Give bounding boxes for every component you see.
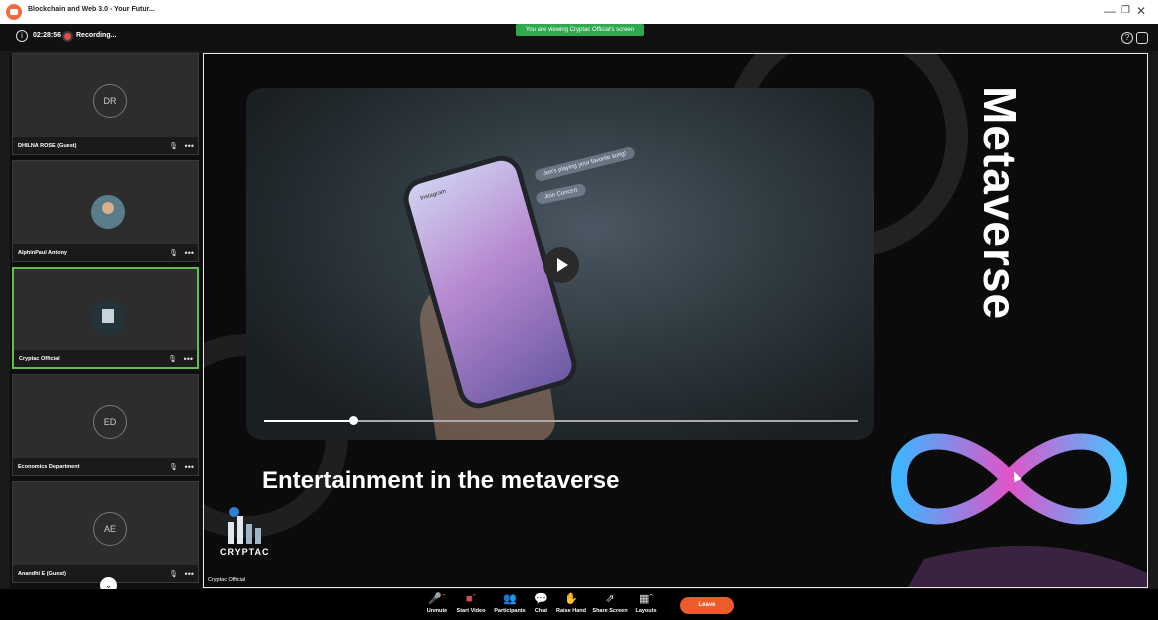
participant-initials: AE bbox=[93, 512, 127, 546]
chat-icon: 💬 bbox=[534, 593, 548, 605]
participant-tile[interactable]: Cryptac Official 🎙 ••• bbox=[12, 267, 199, 369]
hand-icon: ✋ bbox=[564, 593, 578, 605]
song-bubble: Jon's playing your favorite song! bbox=[534, 145, 636, 183]
fullscreen-icon[interactable] bbox=[1136, 32, 1148, 44]
layouts-label: Layouts bbox=[635, 608, 657, 614]
start-video-label: Start Video bbox=[456, 608, 486, 614]
play-button[interactable] bbox=[543, 247, 579, 283]
participant-gallery: DR DHILNA ROSE (Guest) 🎙 ••• AlphinPaul … bbox=[10, 53, 202, 588]
participant-name: DHILNA ROSE (Guest) bbox=[18, 143, 77, 149]
share-screen-button[interactable]: ⇗ Share Screen bbox=[591, 592, 629, 614]
minimize-icon[interactable]: — bbox=[1104, 4, 1116, 18]
mic-icon: 🎙 bbox=[168, 356, 177, 363]
more-options-icon[interactable]: ••• bbox=[185, 142, 194, 151]
viewing-banner: You are viewing Cryptac Official's scree… bbox=[516, 24, 644, 36]
share-screen-label: Share Screen bbox=[592, 608, 628, 614]
chat-label: Chat bbox=[534, 608, 548, 614]
video-progress-fill bbox=[264, 420, 354, 422]
slide-heading: Entertainment in the metaverse bbox=[262, 467, 620, 494]
cryptac-logo-icon bbox=[90, 300, 126, 336]
tile-footer: Economics Department 🎙 ••• bbox=[13, 458, 198, 475]
meeting-timer: 02:28:56 bbox=[33, 32, 62, 39]
participant-name: Anandhi E (Guest) bbox=[18, 571, 66, 577]
participant-initials: ED bbox=[93, 405, 127, 439]
participant-initials: DR bbox=[93, 84, 127, 118]
vertical-title-text: Metaverse bbox=[974, 86, 1026, 321]
more-options-icon[interactable]: ••• bbox=[184, 355, 193, 364]
video-progress-bar[interactable] bbox=[264, 416, 858, 425]
participants-button[interactable]: 👥 Participants bbox=[492, 592, 528, 614]
layout-icon: ▦ˆ bbox=[638, 593, 654, 605]
share-screen-icon: ⇗ bbox=[605, 593, 615, 605]
help-icon[interactable]: ? bbox=[1121, 32, 1133, 44]
avatar bbox=[91, 195, 125, 229]
more-options-icon[interactable]: ••• bbox=[185, 249, 194, 258]
phone-app-label: Instagram bbox=[419, 188, 447, 202]
participant-name: Economics Department bbox=[18, 464, 80, 470]
shared-screen: Instagram Jon's playing your favorite so… bbox=[203, 53, 1148, 588]
participant-tile[interactable]: DR DHILNA ROSE (Guest) 🎙 ••• bbox=[12, 53, 199, 155]
slide-video[interactable]: Instagram Jon's playing your favorite so… bbox=[246, 88, 874, 440]
mic-muted-icon: 🎙 bbox=[169, 571, 178, 578]
recording-label: Recording... bbox=[76, 32, 117, 39]
raise-hand-label: Raise Hand bbox=[556, 608, 586, 614]
brand-name: CRYPTAC bbox=[220, 547, 270, 557]
info-icon[interactable]: i bbox=[16, 30, 28, 42]
meeting-topbar: i 02:28:56 Recording... You are viewing … bbox=[0, 24, 1158, 51]
video-progress-knob[interactable] bbox=[349, 416, 359, 425]
mic-muted-icon: 🎤ˆ bbox=[428, 593, 446, 605]
window-title: Blockchain and Web 3.0 - Your Futur... bbox=[28, 6, 155, 13]
tile-footer: Cryptac Official 🎙 ••• bbox=[14, 350, 197, 367]
participant-name: Cryptac Official bbox=[19, 356, 60, 362]
close-icon[interactable]: ✕ bbox=[1136, 4, 1146, 18]
unmute-label: Unmute bbox=[426, 608, 448, 614]
tile-footer: AlphinPaul Antony 🎙 ••• bbox=[13, 244, 198, 261]
participant-tile[interactable]: ED Economics Department 🎙 ••• bbox=[12, 374, 199, 476]
chat-button[interactable]: 💬 Chat bbox=[532, 592, 550, 614]
mic-muted-icon: 🎙 bbox=[169, 464, 178, 471]
join-bubble: Join Concert bbox=[535, 182, 587, 206]
participants-label: Participants bbox=[494, 608, 526, 614]
participant-tile[interactable]: AE Anandhi E (Guest) 🎙 ••• bbox=[12, 481, 199, 583]
layouts-button[interactable]: ▦ˆ Layouts bbox=[633, 592, 659, 614]
start-video-button[interactable]: ■ˆ Start Video bbox=[454, 592, 488, 614]
mic-muted-icon: 🎙 bbox=[169, 143, 178, 150]
mic-muted-icon: 🎙 bbox=[169, 250, 178, 257]
tile-footer: DHILNA ROSE (Guest) 🎙 ••• bbox=[13, 137, 198, 154]
meeting-toolbar: 🎤ˆ Unmute ■ˆ Start Video 👥 Participants … bbox=[0, 589, 1158, 620]
vertical-title: Metaverse bbox=[974, 86, 1026, 426]
raise-hand-button[interactable]: ✋ Raise Hand bbox=[555, 592, 587, 614]
unmute-button[interactable]: 🎤ˆ Unmute bbox=[424, 592, 450, 614]
window-titlebar: Blockchain and Web 3.0 - Your Futur... —… bbox=[0, 0, 1158, 24]
participants-icon: 👥 bbox=[503, 593, 517, 605]
presenter-caption: Cryptac Official bbox=[208, 577, 246, 583]
participant-tile[interactable]: AlphinPaul Antony 🎙 ••• bbox=[12, 160, 199, 262]
video-off-icon: ■ˆ bbox=[465, 593, 477, 605]
more-options-icon[interactable]: ••• bbox=[185, 463, 194, 472]
leave-button[interactable]: Leave bbox=[680, 597, 734, 614]
more-options-icon[interactable]: ••• bbox=[185, 570, 194, 579]
participant-name: AlphinPaul Antony bbox=[18, 250, 67, 256]
infinity-graphic bbox=[890, 433, 1147, 587]
restore-icon[interactable]: ❐ bbox=[1121, 5, 1130, 16]
app-logo-icon bbox=[6, 4, 22, 20]
recording-dot-icon bbox=[64, 33, 71, 40]
